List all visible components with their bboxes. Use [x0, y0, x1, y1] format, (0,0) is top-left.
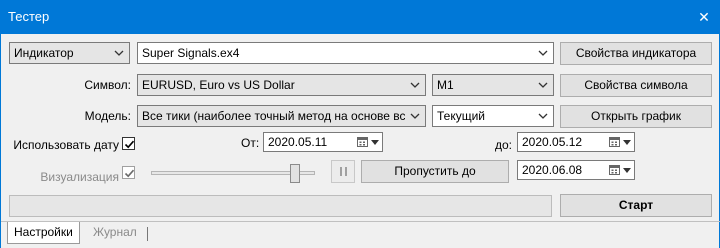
title-bar: Тестер ✕: [0, 0, 720, 34]
open-chart-button[interactable]: Открыть график: [560, 105, 712, 128]
from-date-picker[interactable]: 2020.05.11: [263, 132, 383, 152]
use-date-checkbox[interactable]: [122, 137, 135, 150]
from-date-value: 2020.05.11: [268, 135, 328, 149]
chevron-down-icon: [623, 168, 631, 173]
model-select[interactable]: Все тики (наиболее точный метод на основ…: [137, 105, 426, 127]
calendar-icon: [357, 137, 368, 147]
chevron-down-icon: [623, 140, 631, 145]
period-select[interactable]: M1: [432, 74, 554, 96]
indicator-properties-button[interactable]: Свойства индикатора: [560, 42, 712, 65]
chevron-down-icon: [538, 113, 548, 119]
expert-type-value: Индикатор: [14, 46, 74, 60]
tab-journal[interactable]: Журнал: [87, 222, 143, 244]
chevron-down-icon: [371, 140, 379, 145]
window-title: Тестер: [8, 9, 50, 24]
indicator-file-value: Super Signals.ex4: [142, 46, 240, 60]
calendar-icon: [609, 165, 620, 175]
checkmark-icon: [124, 140, 135, 149]
start-button[interactable]: Старт: [560, 194, 712, 217]
skip-to-date-value: 2020.06.08: [522, 163, 583, 177]
pause-icon: [340, 167, 342, 176]
chevron-down-icon: [410, 113, 420, 119]
chevron-down-icon: [538, 50, 548, 56]
checkmark-icon: [124, 169, 135, 178]
model-label: Модель:: [84, 109, 131, 123]
period-value: M1: [437, 78, 454, 92]
pause-icon-bar: [345, 167, 347, 176]
tab-separator: [147, 227, 148, 241]
chevron-down-icon: [538, 82, 548, 88]
pause-button[interactable]: [331, 160, 355, 183]
test-progress-bar: [9, 195, 552, 217]
close-icon[interactable]: ✕: [697, 10, 711, 24]
speed-slider-thumb[interactable]: [289, 164, 300, 183]
indicator-file-select[interactable]: Super Signals.ex4: [137, 42, 554, 64]
chevron-down-icon: [114, 50, 124, 56]
symbol-select[interactable]: EURUSD, Euro vs US Dollar: [137, 74, 426, 96]
use-date-label: Использовать дату: [13, 138, 119, 152]
skip-to-button[interactable]: Пропустить до: [361, 160, 509, 183]
from-label: От:: [241, 136, 260, 150]
to-date-picker[interactable]: 2020.05.12: [517, 132, 635, 152]
tab-settings[interactable]: Настройки: [7, 222, 80, 244]
skip-to-date-picker[interactable]: 2020.06.08: [517, 160, 635, 180]
spread-value: Текущий: [437, 109, 485, 123]
to-label: до:: [495, 138, 513, 152]
visualization-checkbox[interactable]: [122, 166, 135, 179]
symbol-label: Символ:: [84, 78, 131, 92]
symbol-properties-button[interactable]: Свойства символа: [560, 74, 712, 97]
expert-type-select[interactable]: Индикатор: [9, 42, 130, 64]
tester-panel: Индикатор Super Signals.ex4 Свойства инд…: [0, 34, 720, 248]
chevron-down-icon: [410, 82, 420, 88]
visualization-label: Визуализация: [40, 170, 119, 184]
spread-select[interactable]: Текущий: [432, 105, 554, 127]
calendar-icon: [609, 137, 620, 147]
to-date-value: 2020.05.12: [522, 135, 583, 149]
symbol-value: EURUSD, Euro vs US Dollar: [142, 78, 295, 92]
model-value: Все тики (наиболее точный метод на основ…: [142, 109, 405, 123]
